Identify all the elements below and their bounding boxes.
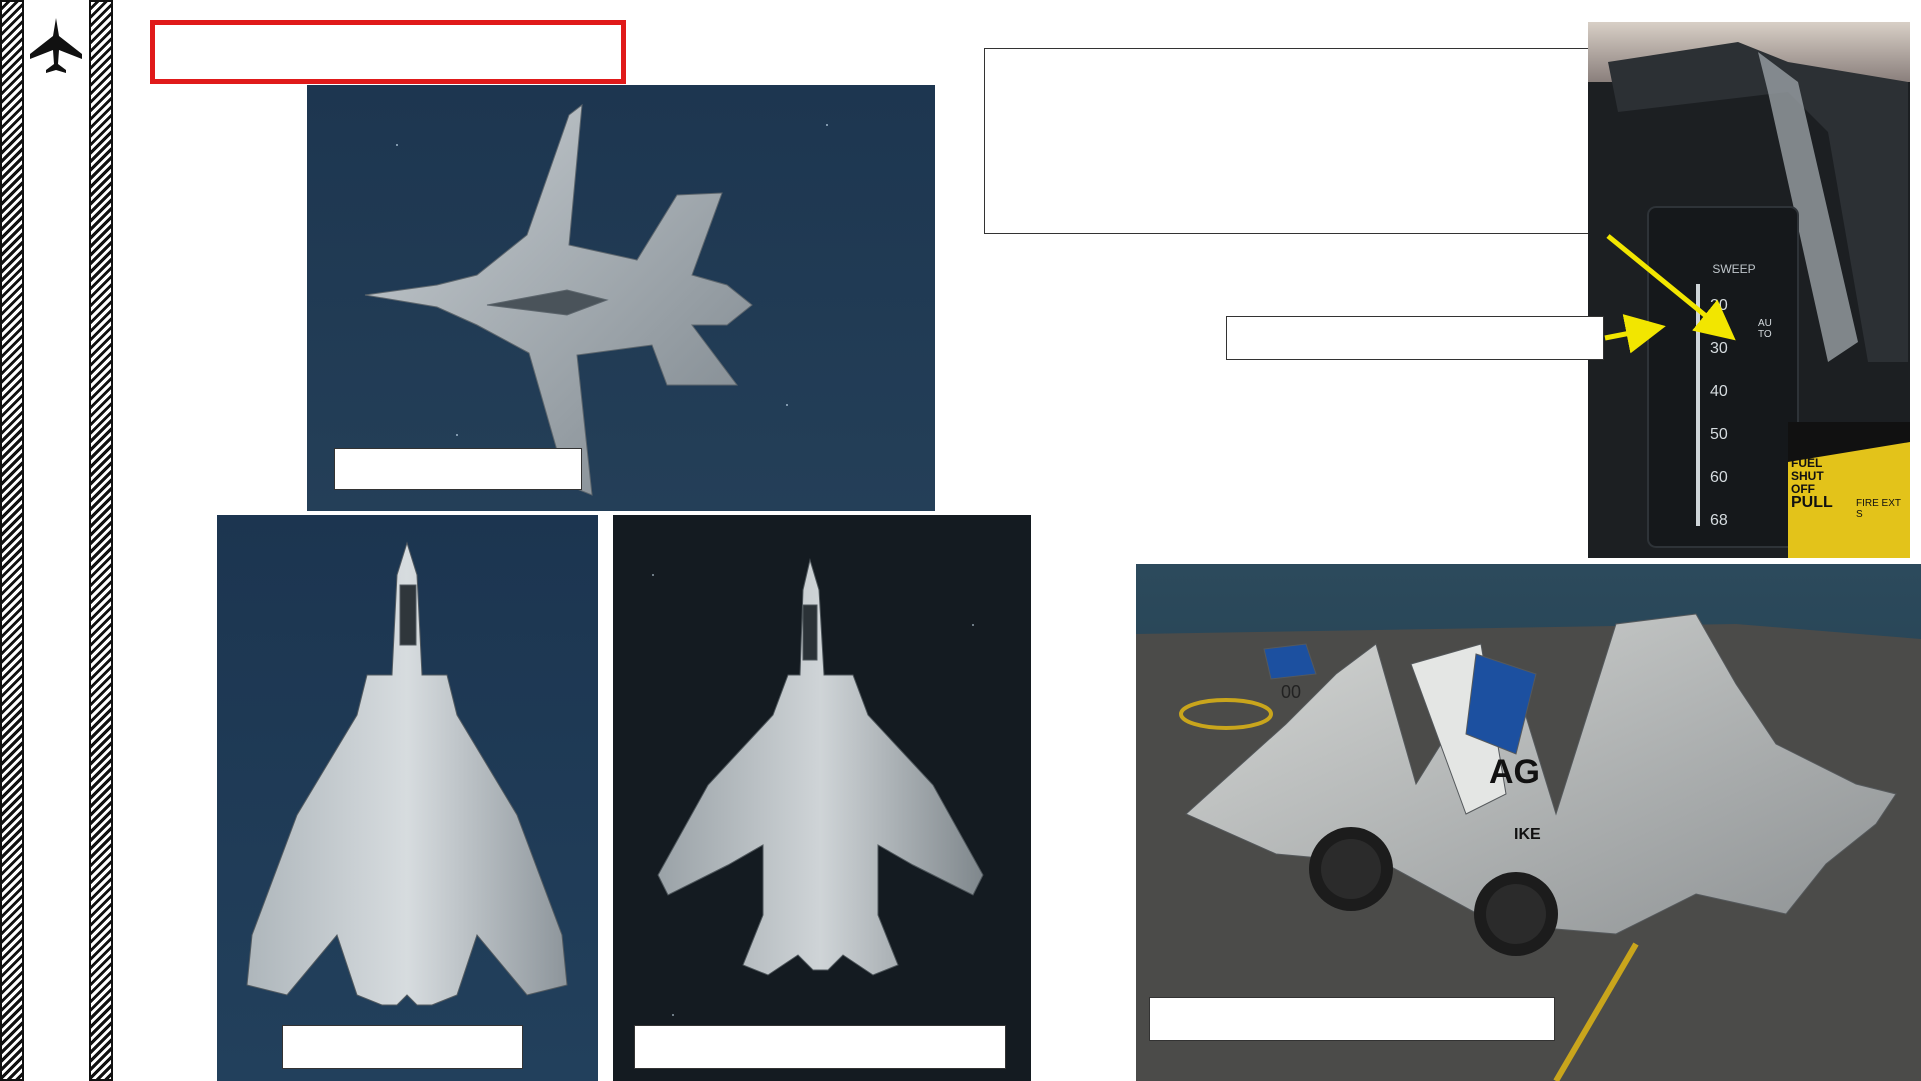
top-image-caption bbox=[334, 448, 582, 490]
gauge-tick: 30 bbox=[1710, 340, 1728, 357]
left-hatch-bar bbox=[0, 0, 24, 1081]
fuel-shutoff-label: FUEL SHUT OFF PULL bbox=[1791, 457, 1833, 511]
page-title bbox=[150, 20, 626, 84]
wing-sweep-bottom-left-image bbox=[217, 515, 598, 1081]
gauge-auto-label: AUTO bbox=[1758, 318, 1772, 340]
gauge-scale-bar bbox=[1696, 284, 1700, 526]
carrier-image-caption bbox=[1149, 997, 1555, 1041]
modex-number: 00 bbox=[1281, 682, 1302, 702]
gauge-tick: 40 bbox=[1710, 383, 1728, 400]
fire-ext-label: FIRE EXT S bbox=[1856, 498, 1901, 520]
description-box bbox=[984, 48, 1612, 234]
gauge-heading: SWEEP bbox=[1712, 262, 1756, 276]
wing-sweep-bottom-middle-image bbox=[613, 515, 1031, 1081]
wing-sweep-gauge-image: SWEEP 20 30 40 50 60 68 AUTO FUEL SHUT O… bbox=[1588, 22, 1910, 558]
right-hatch-bar bbox=[89, 0, 113, 1081]
bottom-left-image-caption bbox=[282, 1025, 523, 1069]
gauge-tick: 68 bbox=[1710, 512, 1728, 529]
gauge-pointer-caption bbox=[1226, 316, 1604, 360]
gauge-tick-labels: 20 30 40 50 60 68 bbox=[1710, 284, 1728, 542]
fuel-label-line: PULL bbox=[1791, 494, 1833, 511]
bottom-middle-image-caption bbox=[634, 1025, 1006, 1069]
tail-letters: AG bbox=[1489, 753, 1540, 791]
gauge-tick: 20 bbox=[1710, 297, 1728, 314]
gauge-tick: 60 bbox=[1710, 469, 1728, 486]
gauge-tick: 50 bbox=[1710, 426, 1728, 443]
tail-sub-letters: IKE bbox=[1514, 826, 1541, 843]
jet-silhouette-icon bbox=[24, 14, 88, 78]
